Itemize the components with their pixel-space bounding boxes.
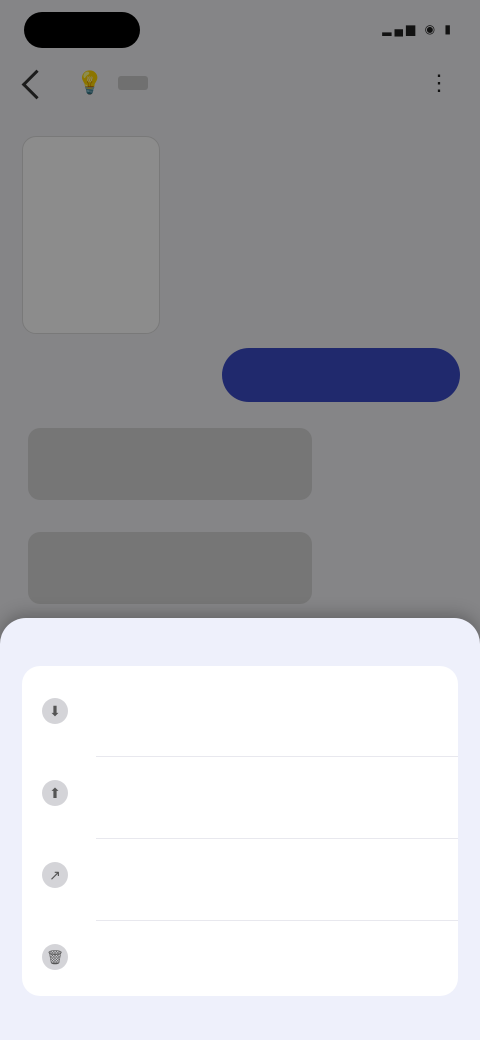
download-icon: ⬇ bbox=[42, 698, 68, 724]
option-item[interactable]: ⬆ bbox=[22, 758, 458, 838]
option-item[interactable]: ⬇ bbox=[22, 676, 458, 756]
divider bbox=[96, 920, 458, 921]
divider bbox=[96, 838, 458, 839]
share-icon: ↗ bbox=[42, 862, 68, 888]
bottom-sheet: ⬇ ⬆ ↗ 🗑 bbox=[0, 618, 480, 1040]
option-item[interactable]: 🗑 bbox=[22, 922, 458, 1002]
upload-icon: ⬆ bbox=[42, 780, 68, 806]
options-card: ⬇ ⬆ ↗ 🗑 bbox=[22, 666, 458, 996]
divider bbox=[96, 756, 458, 757]
option-item[interactable]: ↗ bbox=[22, 840, 458, 920]
delete-icon: 🗑 bbox=[42, 944, 68, 970]
